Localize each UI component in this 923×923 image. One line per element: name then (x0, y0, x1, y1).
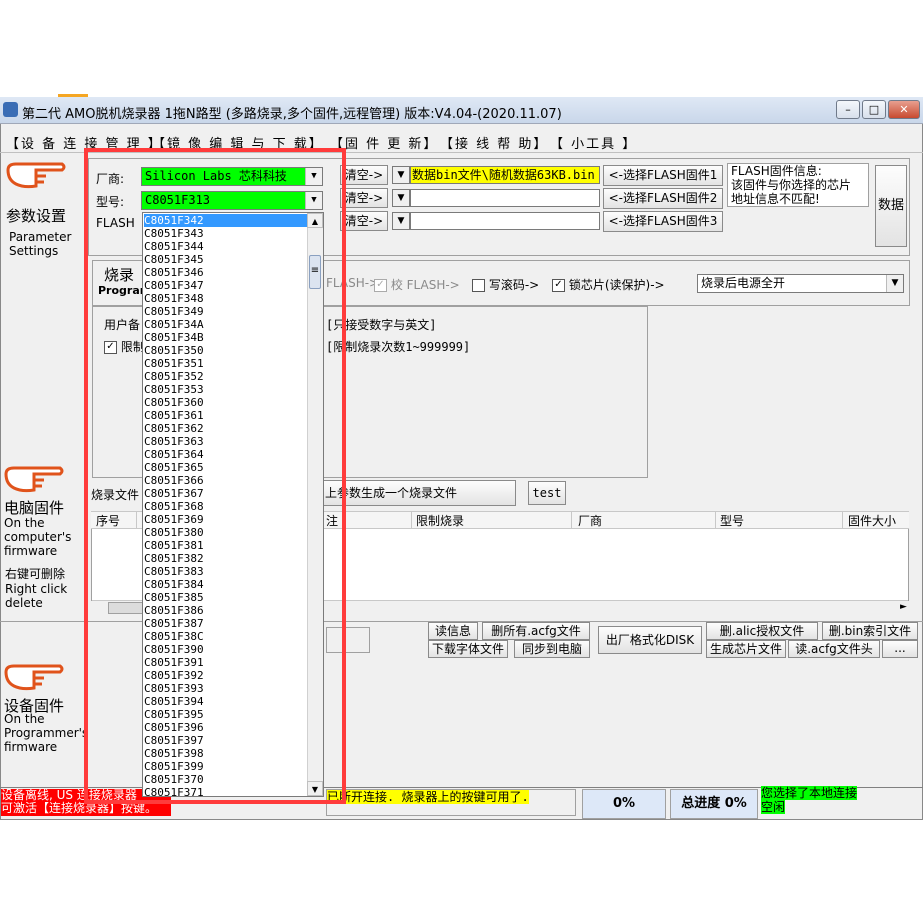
checkbox-lock[interactable]: ✓ (552, 279, 565, 292)
right-click-delete-cn: 右键可删除 (5, 567, 66, 581)
flash-file-1[interactable]: 数据bin文件\随机数据63KB.bin (410, 166, 600, 184)
parameter-settings-cn[interactable]: 参数设置 (6, 205, 66, 226)
flash-file-2[interactable] (410, 189, 600, 207)
local-connection-status: 您选择了本地连接 (761, 786, 858, 800)
file-dropdown-2[interactable]: ▼ (392, 189, 410, 207)
checkbox-verify[interactable]: ✓ (374, 279, 387, 292)
window-title: 第二代 AMO脱机烧录器 1拖N路型 (多路烧录,多个固件,远程管理) 版本:V… (22, 107, 562, 122)
pointing-hand-icon (6, 162, 66, 189)
select-flash-fw-2[interactable]: <-选择FLASH固件2 (603, 188, 723, 209)
menu-firmware-update[interactable]: 【固 件 更 新】 (330, 133, 438, 152)
connection-message: 已断开连接. 烧录器上的按键可用了. (327, 790, 529, 804)
download-font-button[interactable]: 下载字体文件 (428, 640, 508, 658)
pointing-hand-icon (4, 466, 64, 493)
th-model[interactable]: 型号 (720, 512, 744, 529)
device-firmware-en: On the Programmer's firmware (4, 712, 89, 754)
power-option-select[interactable]: 烧录后电源全开 ▼ (697, 274, 904, 293)
delete-bin-index-button[interactable]: 删.bin索引文件 (822, 622, 918, 640)
opt-serial[interactable]: 写滚码-> (472, 276, 539, 293)
hint-limit: [限制烧录次数1~999999] (326, 340, 471, 354)
flash-firmware-info: FLASH固件信息: 该固件与你选择的芯片 地址信息不匹配! (727, 163, 869, 207)
generate-chip-file-button[interactable]: 生成芯片文件 (706, 640, 786, 658)
minimize-button[interactable]: – (836, 100, 860, 119)
flash-file-3[interactable] (410, 212, 600, 230)
read-info-button[interactable]: 读信息 (428, 622, 478, 640)
delete-all-acfg-button[interactable]: 删所有.acfg文件 (482, 622, 590, 640)
data-button[interactable]: 数据 (875, 165, 907, 247)
chevron-down-icon: ▼ (393, 213, 409, 229)
clear-button-3[interactable]: 清空-> (340, 211, 388, 231)
menu-tools[interactable]: 【 小工具 】 (550, 133, 637, 152)
more-button[interactable]: ... (882, 640, 918, 658)
chevron-right-icon[interactable]: ► (900, 602, 907, 612)
chevron-down-icon: ▼ (393, 190, 409, 206)
total-progress: 总进度 0% (670, 789, 758, 819)
file-dropdown-3[interactable]: ▼ (392, 212, 410, 230)
generate-burn-file-button[interactable]: 上参数生成一个烧录文件 (320, 480, 516, 506)
th-limit[interactable]: 限制烧录 (416, 512, 464, 529)
checkbox-serial[interactable] (472, 279, 485, 292)
chevron-down-icon: ▼ (886, 275, 903, 292)
highlight-box (84, 148, 346, 804)
file-dropdown-1[interactable]: ▼ (392, 166, 410, 184)
opt-verify[interactable]: ✓ 校 FLASH-> (374, 276, 460, 293)
delete-alic-button[interactable]: 删.alic授权文件 (706, 622, 818, 640)
opt-lock[interactable]: ✓ 锁芯片(读保护)-> (552, 276, 665, 293)
sync-to-pc-button[interactable]: 同步到电脑 (514, 640, 590, 658)
select-flash-fw-3[interactable]: <-选择FLASH固件3 (603, 211, 723, 232)
read-acfg-header-button[interactable]: 读.acfg文件头 (788, 640, 880, 658)
app-icon (3, 102, 18, 117)
pc-firmware-cn[interactable]: 电脑固件 (4, 497, 64, 518)
close-button[interactable]: ✕ (888, 100, 920, 119)
parameter-settings-en: Parameter Settings (9, 230, 72, 258)
opt-serial-label: 写滚码-> (488, 278, 540, 292)
select-flash-fw-1[interactable]: <-选择FLASH固件1 (603, 165, 723, 186)
power-option-value: 烧录后电源全开 (701, 276, 786, 290)
pointing-hand-icon (4, 664, 64, 691)
test-button[interactable]: test (528, 481, 566, 505)
opt-verify-label: 校 FLASH-> (390, 278, 460, 292)
menu-wiring-help[interactable]: 【接 线 帮 助】 (440, 133, 548, 152)
column-divider (571, 511, 572, 529)
format-disk-button[interactable]: 出厂格式化DISK (598, 626, 702, 654)
th-size[interactable]: 固件大小 (848, 512, 896, 529)
column-divider (411, 511, 412, 529)
clear-button-2[interactable]: 清空-> (340, 188, 388, 208)
column-divider (715, 511, 716, 529)
chevron-down-icon: ▼ (393, 167, 409, 183)
opt-lock-label: 锁芯片(读保护)-> (568, 278, 665, 292)
clear-button-1[interactable]: 清空-> (340, 165, 388, 185)
progress-percent: 0% (582, 789, 666, 819)
column-divider (842, 511, 843, 529)
th-vendor[interactable]: 厂商 (578, 512, 602, 529)
right-click-delete-en: Right click delete (5, 582, 68, 610)
maximize-button[interactable]: □ (862, 100, 886, 119)
pc-firmware-en: On the computer's firmware (4, 516, 72, 558)
idle-status: 空闲 (761, 800, 786, 814)
